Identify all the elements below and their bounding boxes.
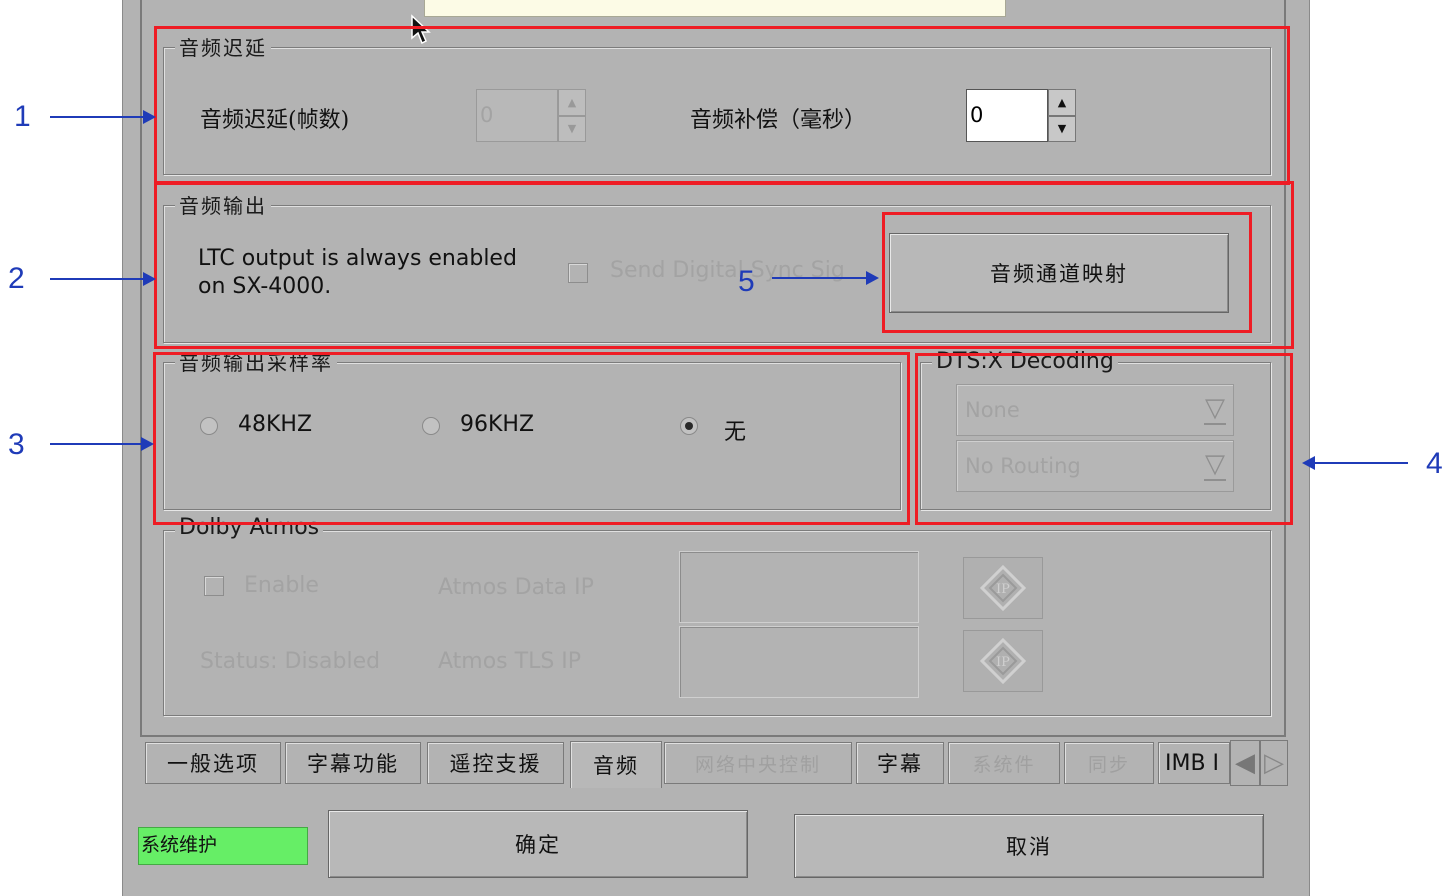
svg-text:IP: IP — [996, 655, 1010, 670]
annotation-label-1: 1 — [14, 100, 31, 133]
atmos-tls-ip-field[interactable] — [679, 626, 919, 698]
annotation-label-4: 4 — [1426, 447, 1443, 480]
tab-imb[interactable]: IMB I — [1158, 742, 1230, 784]
tab-subtitles[interactable]: 字幕 — [856, 742, 944, 784]
ok-button[interactable]: 确定 — [328, 810, 748, 878]
annotation-box-3 — [153, 352, 910, 525]
diamond-icon: IP — [979, 637, 1027, 685]
annotation-arrow-1 — [50, 116, 145, 118]
arrow-right-icon — [143, 110, 156, 124]
diamond-icon: IP — [979, 564, 1027, 612]
tab-remote-support[interactable]: 遥控支援 — [427, 742, 564, 784]
top-field — [424, 0, 1006, 17]
cancel-button[interactable]: 取消 — [794, 814, 1264, 878]
svg-text:IP: IP — [996, 582, 1010, 597]
atmos-status-label: Status: Disabled — [200, 649, 381, 674]
annotation-label-5: 5 — [738, 265, 755, 298]
atmos-data-ip-label: Atmos Data IP — [438, 575, 594, 600]
arrow-right-icon — [866, 271, 879, 285]
annotation-box-5 — [882, 212, 1252, 333]
tab-system[interactable]: 系统件 — [948, 742, 1060, 784]
tab-audio[interactable]: 音频 — [570, 741, 662, 788]
annotation-arrow-3 — [50, 443, 143, 445]
annotation-arrow-4 — [1313, 462, 1408, 464]
atmos-tls-ip-button[interactable]: IP — [963, 630, 1043, 692]
tab-network-control[interactable]: 网络中央控制 — [664, 742, 852, 784]
arrow-right-icon — [143, 272, 156, 286]
atmos-tls-ip-label: Atmos TLS IP — [438, 649, 582, 674]
atmos-enable-checkbox[interactable] — [204, 576, 224, 596]
status-indicator: 系统维护 — [138, 827, 308, 865]
tab-subtitle-functions[interactable]: 字幕功能 — [285, 742, 421, 784]
atmos-enable-label: Enable — [244, 573, 319, 598]
annotation-label-3: 3 — [8, 428, 25, 461]
atmos-data-ip-field[interactable] — [679, 551, 919, 623]
tab-general[interactable]: 一般选项 — [145, 742, 281, 784]
tab-scroll-left-icon[interactable]: ◀ — [1230, 740, 1260, 786]
annotation-arrow-2 — [50, 278, 145, 280]
annotation-arrow-5 — [772, 277, 870, 279]
tab-scroll-right-icon[interactable]: ▷ — [1260, 740, 1288, 786]
annotation-box-1 — [154, 26, 1290, 185]
annotation-box-4 — [915, 353, 1293, 525]
arrow-right-icon — [141, 437, 154, 451]
atmos-data-ip-button[interactable]: IP — [963, 557, 1043, 619]
tab-sync[interactable]: 同步 — [1064, 742, 1154, 784]
annotation-label-2: 2 — [8, 262, 25, 295]
